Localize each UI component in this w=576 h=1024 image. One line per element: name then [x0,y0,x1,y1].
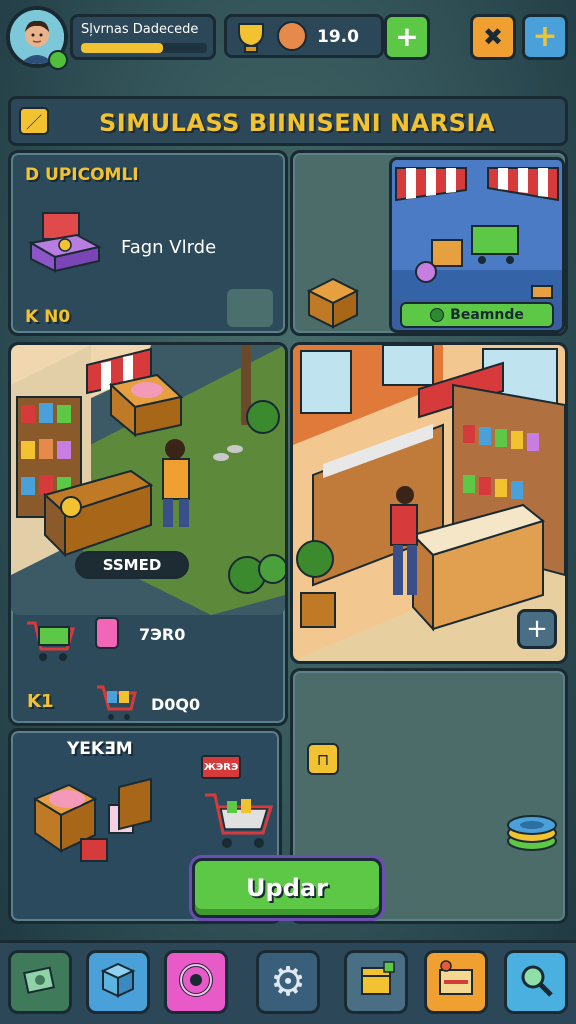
target-icon [176,960,216,1004]
tools-icon: ✖ [482,23,504,51]
price-tag-text: ЖЭRЭ [203,761,239,773]
lock-icon[interactable]: ⊓ [307,743,339,775]
cart-small-icon [93,681,139,729]
xp-bar-fill [81,43,163,53]
shop-icon [434,960,478,1004]
coin-count: 19.0 [317,27,359,47]
upgrades-title: D UPICOMLI [25,165,139,185]
gear-icon: ⚙ [270,959,306,1005]
upgrades-panel: D UPICOMLI Fagn Vlrde K N0 [8,150,288,336]
magnifier-icon [517,961,555,1003]
shopping-cart-icon [201,787,277,863]
tools-button[interactable]: ✖ [470,14,516,60]
store-preview-button[interactable]: Beamnde [400,302,554,328]
shop-status-text: SSMED [102,556,162,574]
store-preview-panel: Beamnde [290,150,568,336]
crate-icon [356,960,396,1004]
store-preview-button-label: Beamnde [450,307,524,323]
nav-shop-button[interactable] [424,950,488,1014]
currency-bar: 19.0 [224,14,384,58]
title-banner: ／ SIMULASS BIINISENI NARSIA [8,96,568,146]
shop-status-badge: SSMED [75,551,189,579]
pencil-icon[interactable]: ／ [19,107,49,135]
player-name: Sļvrnas Dadecede [81,22,199,37]
shop-left-label: K1 [27,691,54,712]
plus-icon: + [526,614,548,644]
coin-stack-icon[interactable] [505,797,559,861]
box-icon [99,961,137,1003]
cash-icon [22,962,58,1002]
nav-settings-button[interactable]: ⚙ [256,950,320,1014]
upgrade-button-label: Updar [246,874,328,902]
player-nameplate: Sļvrnas Dadecede [70,14,216,60]
top-bar: Sļvrnas Dadecede 19.0 + ✖ + [0,0,576,80]
xp-bar [81,43,207,53]
price-tag: ЖЭRЭ [201,755,241,779]
plus-icon: + [532,19,558,54]
shop-scene-panel: SSMED 7ЭR0 K1 D0Q0 [8,342,288,726]
add-coins-button[interactable]: + [384,14,430,60]
boxes-icon[interactable] [29,769,159,873]
tag-icon [95,617,119,649]
item-label: Fagn Vlrde [121,237,217,258]
nav-search-button[interactable] [504,950,568,1014]
empty-slot[interactable] [227,289,273,327]
sofa-item-icon[interactable] [25,209,105,285]
nav-target-button[interactable] [164,950,228,1014]
inventory-title: YEKƎM [67,739,133,759]
add-item-button[interactable]: + [517,609,557,649]
store-preview-card[interactable]: Beamnde [389,157,565,333]
stat-2: D0Q0 [151,695,201,714]
nav-cash-button[interactable] [8,950,72,1014]
store-interior-panel: + [290,342,568,664]
trophy-icon [233,20,269,58]
nav-crate-button[interactable] [344,950,408,1014]
stat-1: 7ЭR0 [139,625,186,644]
add-button[interactable]: + [522,14,568,60]
plus-icon: + [395,20,419,53]
title-text: SIMULASS BIINISENI NARSIA [99,109,495,137]
globe-icon [430,308,445,322]
cart-icon [23,615,77,671]
avatar-badge-icon [48,50,68,70]
nav-box-button[interactable] [86,950,150,1014]
coin-face-icon [277,21,307,51]
crate-icon[interactable] [305,273,361,333]
upgrade-button[interactable]: Updar [192,858,382,918]
upgrades-footer: K N0 [25,307,71,327]
